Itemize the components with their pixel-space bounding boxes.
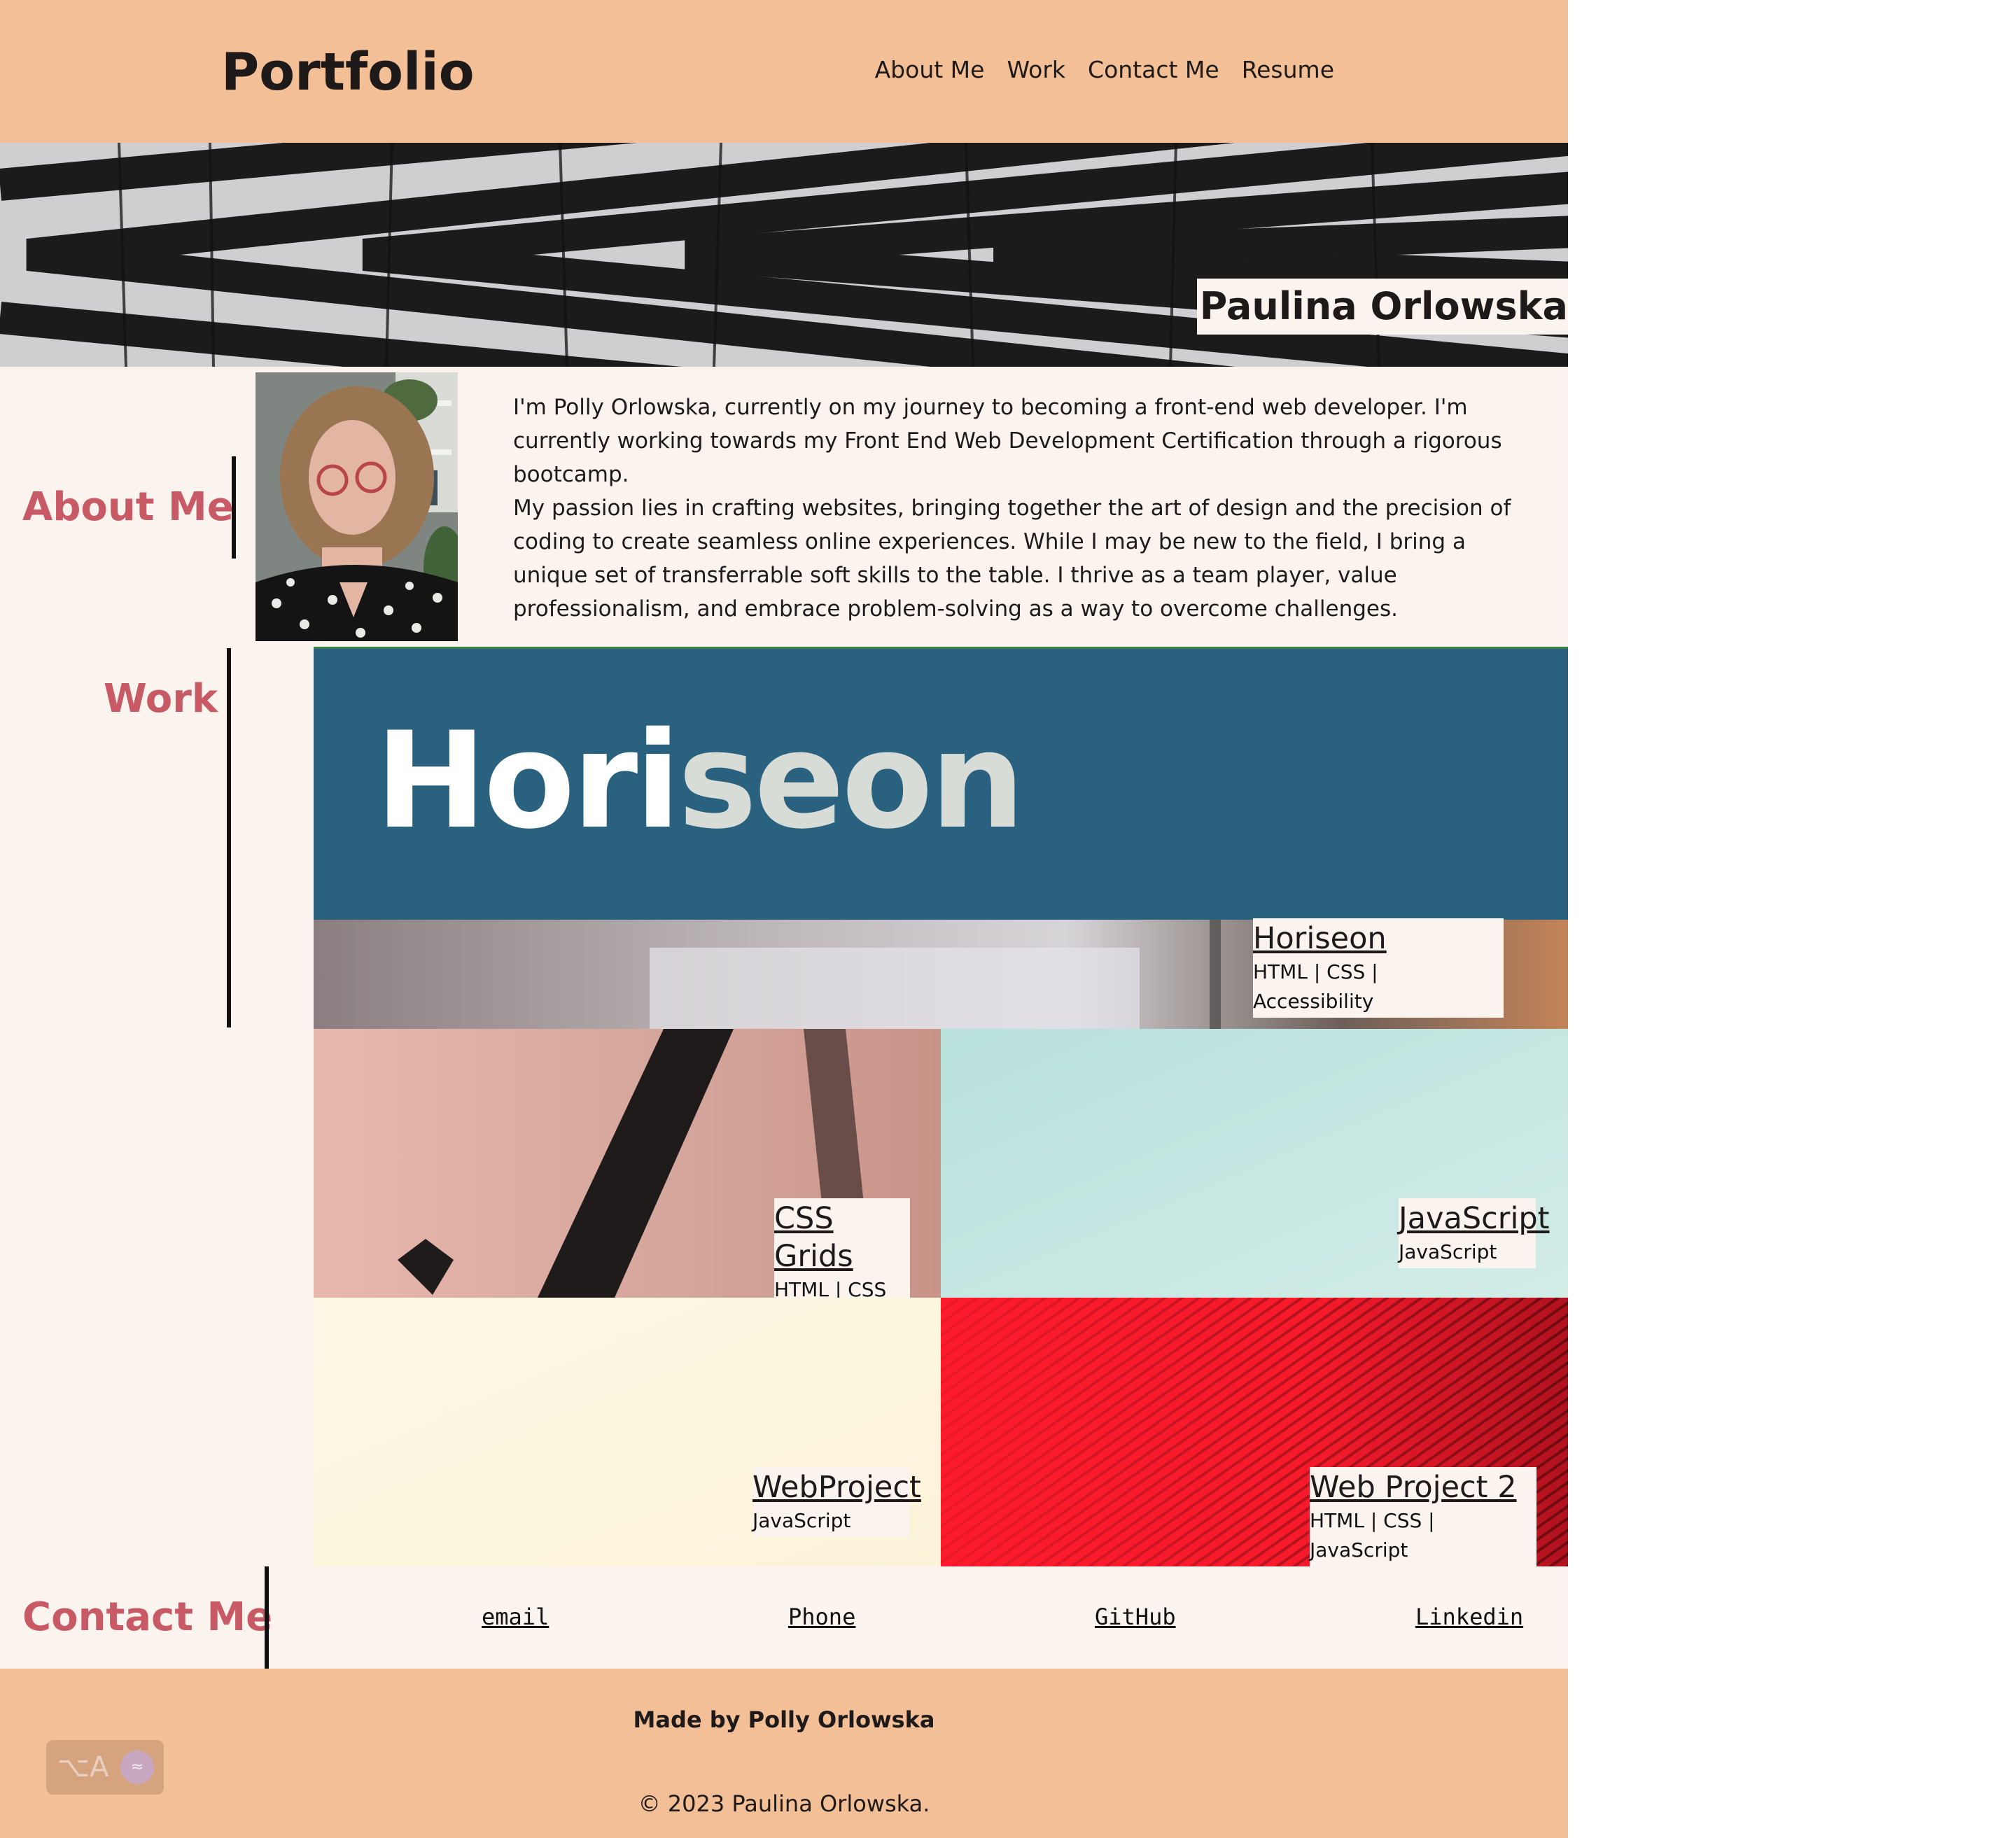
footer-made-by: Made by Polly Orlowska [633, 1706, 935, 1733]
contact-divider [265, 1566, 269, 1669]
nav-link-about-me[interactable]: About Me [875, 55, 985, 85]
project-tags-webproject: JavaScript [752, 1509, 851, 1532]
horiseon-banner-text-a: Hori [375, 703, 680, 858]
project-link-webproject[interactable]: WebProject [752, 1468, 921, 1506]
contact-heading: Contact Me [22, 1594, 273, 1640]
work-divider [227, 648, 231, 1027]
contact-link-email[interactable]: email [482, 1603, 549, 1631]
hero-name: Paulina Orlowska [1196, 279, 1568, 335]
project-label-javascript: JavaScript JavaScript [1399, 1198, 1550, 1268]
horiseon-banner-text: Horiseon [375, 711, 1025, 851]
nav-link-resume[interactable]: Resume [1242, 55, 1334, 85]
site-header: Portfolio About Me Work Contact Me Resum… [0, 0, 1568, 143]
work-heading: Work [104, 676, 218, 722]
project-card-webproject[interactable]: WebProject JavaScript [314, 1298, 941, 1566]
project-tags-css-grids: HTML | CSS [774, 1278, 887, 1298]
project-link-css-grids[interactable]: CSS Grids [774, 1200, 910, 1275]
project-label-css-grids: CSS Grids HTML | CSS [774, 1198, 910, 1298]
main-nav: About Me Work Contact Me Resume [875, 55, 1334, 85]
project-label-webproject: WebProject JavaScript [752, 1467, 921, 1537]
project-tags-web-project-2: HTML | CSS | JavaScript [1310, 1509, 1435, 1562]
contact-link-linkedin[interactable]: Linkedin [1415, 1603, 1523, 1631]
about-heading: About Me [22, 484, 234, 530]
project-card-horiseon[interactable]: Horiseon Horiseon HTML | CSS | Accessibi… [314, 647, 1568, 1029]
project-tags-javascript: JavaScript [1399, 1240, 1497, 1263]
site-logo[interactable]: Portfolio [221, 41, 475, 104]
contact-link-github[interactable]: GitHub [1095, 1603, 1176, 1631]
project-link-web-project-2[interactable]: Web Project 2 [1310, 1468, 1536, 1506]
translate-icon[interactable]: ⌥A [57, 1751, 108, 1783]
project-card-css-grids[interactable]: CSS Grids HTML | CSS [314, 1029, 941, 1298]
nav-link-contact-me[interactable]: Contact Me [1088, 55, 1219, 85]
contact-link-phone[interactable]: Phone [788, 1603, 855, 1631]
project-card-web-project-2[interactable]: Web Project 2 HTML | CSS | JavaScript [941, 1298, 1568, 1566]
horiseon-banner-text-b: seon [678, 703, 1025, 858]
project-label-horiseon: Horiseon HTML | CSS | Accessibility [1253, 918, 1504, 1018]
about-divider [232, 456, 236, 559]
project-tags-horiseon: HTML | CSS | Accessibility [1253, 960, 1378, 1013]
hero-banner: Paulina Orlowska [0, 143, 1568, 367]
audio-icon[interactable]: ≈ [120, 1751, 154, 1784]
site-footer: Made by Polly Orlowska © 2023 Paulina Or… [0, 1669, 1568, 1838]
project-link-javascript[interactable]: JavaScript [1399, 1200, 1550, 1237]
page: Portfolio About Me Work Contact Me Resum… [0, 0, 1568, 1838]
profile-photo [255, 372, 458, 641]
project-card-javascript[interactable]: JavaScript JavaScript [941, 1029, 1568, 1298]
about-paragraph-2: My passion lies in crafting websites, br… [513, 496, 1511, 622]
project-label-web-project-2: Web Project 2 HTML | CSS | JavaScript [1310, 1467, 1536, 1566]
footer-copyright: © 2023 Paulina Orlowska. [638, 1790, 930, 1817]
about-text: I'm Polly Orlowska, currently on my jour… [513, 391, 1521, 626]
translate-widget[interactable]: ⌥A ≈ [46, 1740, 164, 1795]
about-paragraph-1: I'm Polly Orlowska, currently on my jour… [513, 395, 1502, 487]
project-link-horiseon[interactable]: Horiseon [1253, 920, 1504, 957]
nav-link-work[interactable]: Work [1007, 55, 1065, 85]
